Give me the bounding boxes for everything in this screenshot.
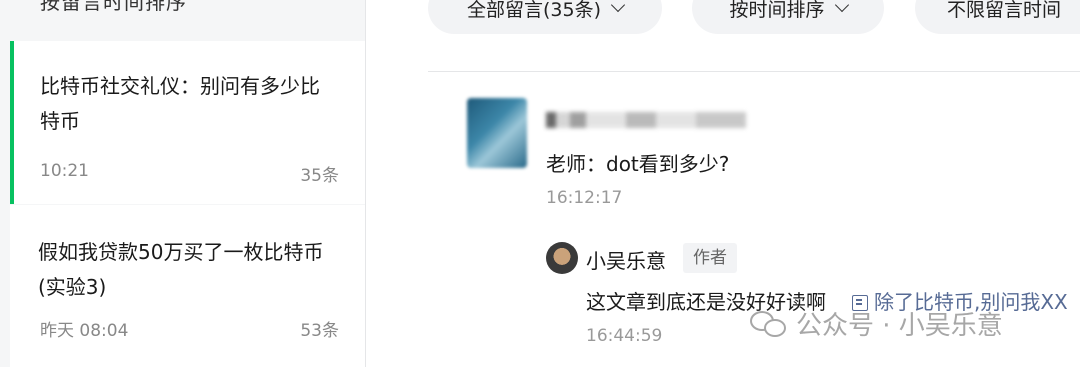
author-badge: 作者 <box>683 243 737 273</box>
reply-time: 16:44:59 <box>586 326 663 346</box>
article-time: 昨天 08:04 <box>40 321 129 341</box>
article-time: 10:21 <box>40 161 89 181</box>
article-title: 假如我贷款50万买了一枚比特币(实验3) <box>38 240 324 299</box>
comment-text: 老师：dot看到多少? <box>546 152 730 176</box>
article-sidebar: 按留言时间排序 比特币社交礼仪：别问有多少比特币 10:21 35条 假如我贷款… <box>0 0 366 367</box>
filter-label: 按时间排序 <box>729 0 825 21</box>
comment-count: 35条 <box>300 166 339 186</box>
filter-time-range[interactable]: 不限留言时间 <box>915 0 1080 34</box>
chevron-down-icon <box>610 0 626 13</box>
article-title: 比特币社交礼仪：别问有多少比特币 <box>40 74 320 133</box>
filter-all-comments[interactable]: 全部留言(35条) <box>428 0 662 34</box>
commenter-avatar[interactable] <box>467 98 527 168</box>
watermark-text: 公众号 · 小吴乐意 <box>796 311 1003 341</box>
comment-time: 16:12:17 <box>546 188 623 208</box>
filter-label: 不限留言时间 <box>947 0 1062 21</box>
chevron-down-icon <box>834 0 849 13</box>
filter-sort-time[interactable]: 按时间排序 <box>692 0 884 34</box>
sidebar-partial-item[interactable]: 按留言时间排序 <box>0 0 365 40</box>
wechat-icon <box>750 309 788 339</box>
author-avatar[interactable] <box>546 242 578 274</box>
article-item[interactable]: 假如我贷款50万买了一枚比特币(实验3) 昨天 08:04 53条 <box>10 205 365 367</box>
sidebar-partial-text: 按留言时间排序 <box>40 0 187 14</box>
watermark: 公众号 · 小吴乐意 <box>750 305 1003 342</box>
author-name: 小吴乐意 <box>586 249 666 273</box>
filter-label: 全部留言(35条) <box>466 0 601 21</box>
article-item-active[interactable]: 比特币社交礼仪：别问有多少比特币 10:21 35条 <box>10 41 365 204</box>
divider <box>428 71 1080 72</box>
comment-count: 53条 <box>300 321 339 341</box>
commenter-name-blurred <box>546 112 746 128</box>
